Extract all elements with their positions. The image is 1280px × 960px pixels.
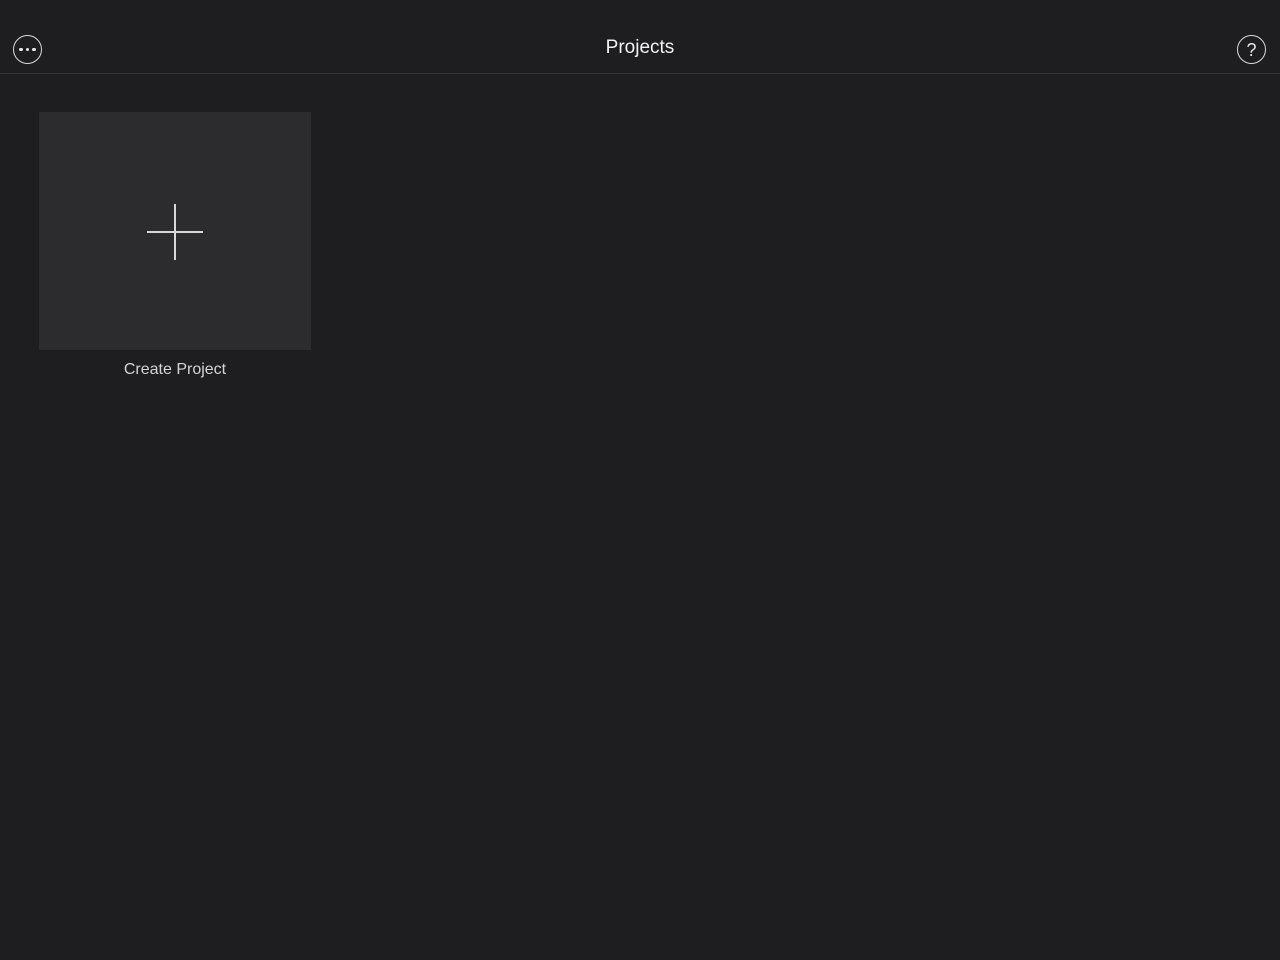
page-title: Projects xyxy=(605,37,675,58)
projects-screen: Projects ? Create Project xyxy=(0,0,1280,960)
navigation-bar: Projects ? xyxy=(0,0,1280,74)
plus-icon xyxy=(147,204,203,260)
create-project-label[interactable]: Create Project xyxy=(39,359,311,381)
help-button[interactable]: ? xyxy=(1237,35,1266,64)
question-mark-icon: ? xyxy=(1246,39,1257,60)
create-project-tile[interactable] xyxy=(39,112,311,350)
